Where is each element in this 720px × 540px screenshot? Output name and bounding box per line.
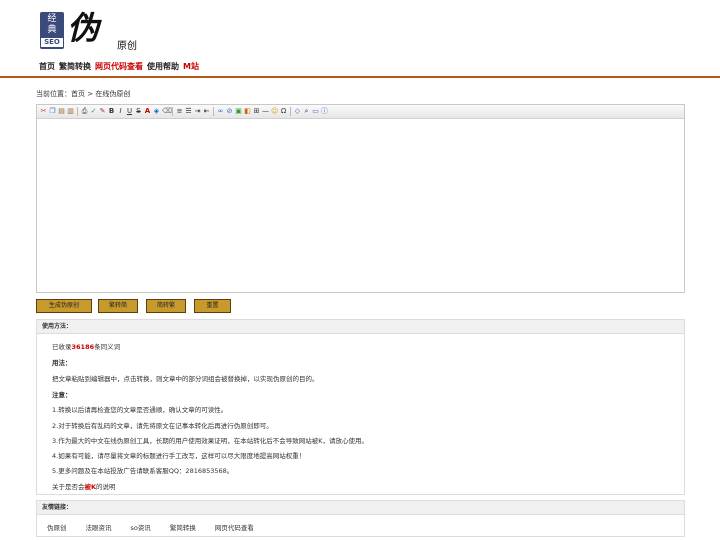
nav-home[interactable]: 首页 <box>39 61 55 72</box>
preview-icon[interactable]: ⌕ <box>303 108 310 115</box>
friend-links-title: 友情链接： <box>37 501 684 515</box>
bg-color-icon[interactable]: ◈ <box>153 108 160 115</box>
friend-links-panel: 友情链接： 伪原创 法眼资讯 so资讯 繁简转换 网页代码查看 <box>36 500 685 537</box>
clear-format-icon[interactable]: ⌫ <box>162 108 172 115</box>
paste-icon[interactable]: ▤ <box>58 108 65 115</box>
editor-toolbar: ✂ ❐ ▤ ▥ ⎙ ✓ ✎ B I U S A ◈ ⌫ ≡ ☰ ⇥ ⇤ ∞ ⊘ … <box>37 105 684 119</box>
table-icon[interactable]: ⊞ <box>253 108 260 115</box>
toolbar-separator <box>77 107 78 116</box>
note-item: 5.更多问题及在本站投放广告请联系客服QQ：2816853568。 <box>52 467 234 475</box>
breadcrumb: 当前位置：首页 > 在线伪原创 <box>36 90 131 98</box>
main-nav: 首页 繁简转换 网页代码查看 使用帮助 M站 <box>39 61 199 72</box>
nav-help[interactable]: 使用帮助 <box>147 61 179 72</box>
flash-icon[interactable]: ◧ <box>244 108 251 115</box>
note-item: 1.转换以后请再检查您的文章是否通顺，确认文章的可读性。 <box>52 406 228 414</box>
friend-link[interactable]: so资讯 <box>131 522 151 532</box>
friend-link[interactable]: 繁简转换 <box>170 522 196 532</box>
friend-link[interactable]: 伪原创 <box>47 522 67 532</box>
k-explanation-link[interactable]: 关于是否会被K的说明 <box>52 481 116 491</box>
special-char-icon[interactable]: Ω <box>280 108 287 115</box>
method-heading: 用法： <box>52 359 72 367</box>
bold-icon[interactable]: B <box>108 108 115 115</box>
count-suffix: 条同义词 <box>94 343 121 351</box>
usage-title: 使用方法： <box>37 320 684 334</box>
k-suffix: 的说明 <box>96 483 116 491</box>
hr-icon[interactable]: — <box>262 108 269 115</box>
k-prefix: 关于是否会 <box>52 483 85 491</box>
synonym-count: 36186 <box>71 343 95 351</box>
k-red-text: 被K <box>84 483 97 491</box>
editor-content-area[interactable] <box>37 120 684 292</box>
fullscreen-icon[interactable]: ▭ <box>312 108 319 115</box>
format-painter-icon[interactable]: ✎ <box>99 108 106 115</box>
logo-seal-badge: SEO <box>41 38 63 47</box>
friend-links-list: 伪原创 法眼资讯 so资讯 繁简转换 网页代码查看 <box>37 515 684 532</box>
logo-brush-text: 伪 <box>67 9 99 47</box>
reset-button[interactable]: 重置 <box>194 299 231 313</box>
font-color-icon[interactable]: A <box>144 108 151 115</box>
align-left-icon[interactable]: ≡ <box>176 108 183 115</box>
notes-heading: 注意： <box>52 391 72 399</box>
copy-icon[interactable]: ❐ <box>49 108 56 115</box>
indent-icon[interactable]: ⇥ <box>194 108 201 115</box>
logo-seal-line2: 典 <box>47 25 57 35</box>
to-simplified-button[interactable]: 繁转简 <box>98 299 138 313</box>
to-traditional-button[interactable]: 简转繁 <box>146 299 186 313</box>
friend-link[interactable]: 网页代码查看 <box>215 522 254 532</box>
method-text: 把文章粘贴到编辑器中，点击转换，则文章中的部分词组会被替换掉，以实现伪原创的目的… <box>52 375 319 383</box>
rich-text-editor: ✂ ❐ ▤ ▥ ⎙ ✓ ✎ B I U S A ◈ ⌫ ≡ ☰ ⇥ ⇤ ∞ ⊘ … <box>36 104 685 293</box>
link-icon[interactable]: ∞ <box>217 108 224 115</box>
note-item: 2.对于转换后有乱码的文章，请先将原文在记事本转化后再进行伪原创即可。 <box>52 422 273 430</box>
emoticon-icon[interactable]: ☺ <box>271 108 278 115</box>
unlink-icon[interactable]: ⊘ <box>226 108 233 115</box>
logo-sub-text: 原创 <box>117 41 137 52</box>
italic-icon[interactable]: I <box>117 108 124 115</box>
note-item: 4.如果有可能，请尽量将文章的标题进行手工改写，这样可以尽大限度地提高网站权重！ <box>52 452 306 460</box>
nav-source-view[interactable]: 网页代码查看 <box>95 61 143 72</box>
count-prefix: 已收录 <box>52 343 72 351</box>
spellcheck-icon[interactable]: ✓ <box>90 108 97 115</box>
generate-button[interactable]: 生成伪原创 <box>36 299 92 313</box>
cut-icon[interactable]: ✂ <box>40 108 47 115</box>
image-icon[interactable]: ▣ <box>235 108 242 115</box>
note-item: 3.作为最大的中文在线伪原创工具，长期的用户使用效果证明，在本站转化后不会导致网… <box>52 437 368 445</box>
toolbar-separator <box>172 107 173 116</box>
header-divider <box>0 76 720 78</box>
source-icon[interactable]: ◇ <box>294 108 301 115</box>
site-logo[interactable]: 经 典 SEO 伪 原创 <box>40 10 140 52</box>
friend-link[interactable]: 法眼资讯 <box>86 522 112 532</box>
usage-panel: 使用方法： 已收录36186条同义词 用法： 把文章粘贴到编辑器中，点击转换，则… <box>36 319 685 495</box>
logo-seal-line1: 经 <box>47 14 57 24</box>
toolbar-separator <box>213 107 214 116</box>
underline-icon[interactable]: U <box>126 108 133 115</box>
logo-seal: 经 典 SEO <box>40 12 64 49</box>
about-icon[interactable]: ⓘ <box>321 108 328 115</box>
nav-convert[interactable]: 繁简转换 <box>59 61 91 72</box>
synonym-count-line: 已收录36186条同义词 <box>52 341 120 351</box>
nav-mobile[interactable]: M站 <box>183 61 199 72</box>
outdent-icon[interactable]: ⇤ <box>203 108 210 115</box>
print-icon[interactable]: ⎙ <box>81 108 88 115</box>
strikethrough-icon[interactable]: S <box>135 108 142 115</box>
paste-text-icon[interactable]: ▥ <box>67 108 74 115</box>
list-icon[interactable]: ☰ <box>185 108 192 115</box>
toolbar-separator <box>290 107 291 116</box>
